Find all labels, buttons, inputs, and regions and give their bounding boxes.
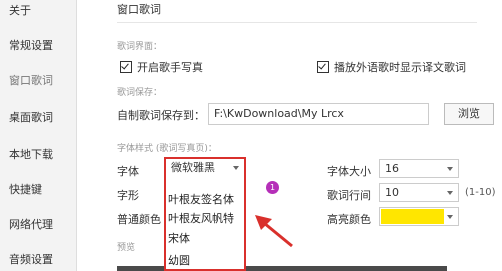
highlight-color-swatch: [381, 209, 444, 224]
font-size-value: 16: [385, 162, 399, 175]
sidebar-item-general[interactable]: 常规设置: [9, 37, 53, 53]
annotation-arrow-icon: [255, 215, 293, 248]
chevron-down-icon: [447, 167, 453, 171]
highlight-color-label: 高亮颜色: [327, 213, 371, 226]
step-badge: 1: [266, 181, 279, 194]
sidebar-item-local-download[interactable]: 本地下载: [9, 146, 53, 162]
sidebar-item-desktop-lyrics[interactable]: 桌面歌词: [9, 109, 53, 125]
translation-label[interactable]: 播放外语歌时显示译文歌词: [334, 59, 466, 75]
normal-color-label: 普通颜色: [117, 213, 161, 226]
divider: [117, 22, 477, 23]
settings-sidebar: 关于 常规设置 窗口歌词 桌面歌词 本地下载 快捷键 网络代理 音频设置: [0, 0, 77, 271]
line-spacing-value: 10: [385, 186, 399, 199]
highlight-color-select[interactable]: [379, 207, 459, 226]
save-path-input[interactable]: F:\KwDownload\My Lrcx: [208, 103, 429, 125]
browse-button[interactable]: 浏览: [444, 103, 494, 125]
sidebar-item-network-proxy[interactable]: 网络代理: [9, 216, 53, 232]
highlight-box: [164, 157, 246, 271]
sidebar-item-about[interactable]: 关于: [9, 2, 31, 18]
section-title: 窗口歌词: [117, 3, 161, 16]
save-path-label: 自制歌词保存到：: [117, 109, 205, 122]
singer-photo-label[interactable]: 开启歌手写真: [137, 59, 203, 75]
sidebar-item-audio[interactable]: 音频设置: [9, 251, 53, 267]
font-size-select[interactable]: 16: [379, 159, 459, 178]
glyph-label: 字形: [117, 189, 139, 202]
line-spacing-label: 歌词行间: [327, 189, 371, 202]
font-size-label: 字体大小: [327, 165, 371, 178]
font-style-header: 字体样式 (歌词写真页)：: [117, 144, 217, 154]
line-spacing-select[interactable]: 10: [379, 183, 459, 202]
preview-label: 预览: [117, 243, 136, 253]
lyrics-interface-header: 歌词界面：: [117, 42, 163, 52]
sidebar-item-window-lyrics[interactable]: 窗口歌词: [9, 72, 53, 88]
chevron-down-icon: [447, 215, 453, 219]
translation-checkbox[interactable]: [317, 61, 329, 73]
singer-photo-checkbox[interactable]: [120, 61, 132, 73]
lyrics-save-header: 歌词保存：: [117, 88, 163, 98]
line-spacing-range: (1-10): [465, 187, 496, 198]
chevron-down-icon: [447, 191, 453, 195]
font-label: 字体: [117, 165, 139, 178]
sidebar-item-shortcuts[interactable]: 快捷键: [9, 181, 42, 197]
